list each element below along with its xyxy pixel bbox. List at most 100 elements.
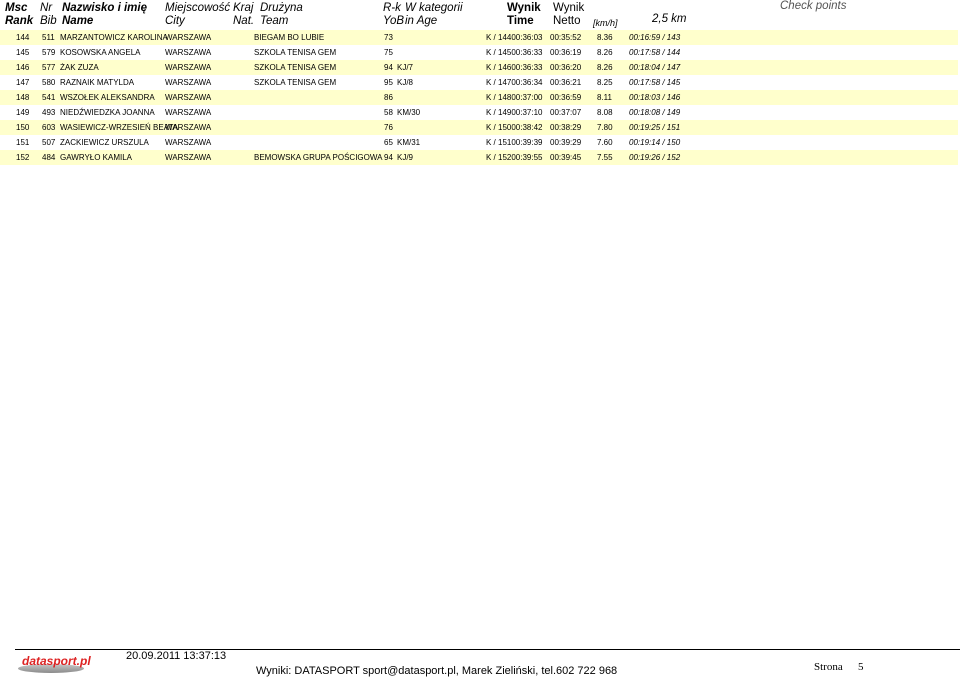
cell-yob: 94	[384, 153, 393, 162]
cell-kmh: 8.26	[597, 63, 613, 72]
cell-rank: 148	[16, 93, 30, 102]
cell-time: K / 15200:39:55	[486, 153, 543, 162]
cell-split: 00:19:14 / 150	[629, 138, 681, 147]
cell-netto: 00:38:29	[550, 123, 582, 132]
cell-team: BIEGAM BO LUBIE	[254, 33, 325, 42]
cell-name: WASIEWICZ-WRZESIEŃ BEATA	[60, 123, 179, 132]
cell-team: SZKOLA TENISA GEM	[254, 63, 337, 72]
header-nr: Nr	[40, 2, 53, 14]
header-rank: Rank	[5, 15, 34, 27]
table-row: 146 577 ŻAK ZUZA WARSZAWA SZKOLA TENISA GEM 9…	[0, 60, 958, 75]
cell-time: K / 14500:36:33	[486, 48, 543, 57]
cell-time: K / 14600:36:33	[486, 63, 543, 72]
header-bib: Bib	[40, 15, 57, 27]
table-row: 147 580 RAZNAIK MATYLDA WARSZAWA SZKOLA TENI…	[0, 75, 958, 90]
cell-city: WARSZAWA	[165, 138, 212, 147]
cell-netto: 00:39:29	[550, 138, 582, 147]
cell-time: K / 14700:36:34	[486, 78, 543, 87]
cell-split: 00:19:26 / 152	[629, 153, 681, 162]
cell-name: GAWRYŁO KAMILA	[60, 153, 133, 162]
header-druzyna: Drużyna	[260, 2, 303, 14]
cell-split: 00:17:58 / 145	[629, 78, 681, 87]
cell-bib: 580	[42, 78, 56, 87]
table-row: 144 511 MARZANTOWICZ KAROLINA WARSZAWA BIEGA…	[0, 30, 958, 45]
cell-bib: 579	[42, 48, 56, 57]
cell-rank: 150	[16, 123, 30, 132]
cell-bib: 577	[42, 63, 56, 72]
cell-age: KM/31	[397, 138, 421, 147]
cell-yob: 86	[384, 93, 393, 102]
header-netto: Netto	[553, 15, 581, 27]
cell-bib: 541	[42, 93, 56, 102]
header-kraj: Kraj	[233, 2, 254, 14]
header-city: City	[165, 15, 185, 27]
cell-city: WARSZAWA	[165, 153, 212, 162]
cell-team: SZKOLA TENISA GEM	[254, 78, 337, 87]
cell-city: WARSZAWA	[165, 78, 212, 87]
cell-yob: 95	[384, 78, 393, 87]
cell-city: WARSZAWA	[165, 108, 212, 117]
cell-team: BEMOWSKA GRUPA POŚCIGOWA	[254, 153, 383, 162]
cell-yob: 65	[384, 138, 393, 147]
cell-kmh: 7.55	[597, 153, 613, 162]
cell-city: WARSZAWA	[165, 33, 212, 42]
cell-team: SZKOLA TENISA GEM	[254, 48, 337, 57]
cell-time: K / 14800:37:00	[486, 93, 543, 102]
table-row: 150 603 WASIEWICZ-WRZESIEŃ BEATA WARSZAWA 76…	[0, 120, 958, 135]
cell-name: KOSOWSKA ANGELA	[60, 48, 141, 57]
cell-kmh: 8.26	[597, 48, 613, 57]
cell-kmh: 8.25	[597, 78, 613, 87]
header-yob: YoB	[383, 15, 405, 27]
cell-split: 00:18:08 / 149	[629, 108, 681, 117]
header-split: 2,5 km	[652, 13, 687, 25]
cell-split: 00:18:03 / 146	[629, 93, 681, 102]
cell-time: K / 14900:37:10	[486, 108, 543, 117]
cell-netto: 00:36:20	[550, 63, 582, 72]
table-row: 152 484 GAWRYŁO KAMILA WARSZAWA BEMOWSKA GRU…	[0, 150, 958, 165]
cell-kmh: 8.08	[597, 108, 613, 117]
cell-name: RAZNAIK MATYLDA	[60, 78, 135, 87]
cell-bib: 484	[42, 153, 56, 162]
cell-city: WARSZAWA	[165, 63, 212, 72]
table-row: 145 579 KOSOWSKA ANGELA WARSZAWA SZKOLA TENI…	[0, 45, 958, 60]
cell-city: WARSZAWA	[165, 123, 212, 132]
cell-name: NIEDŹWIEDZKA JOANNA	[60, 108, 155, 117]
logo-text: datasport.pl	[22, 654, 91, 668]
cell-rank: 146	[16, 63, 30, 72]
cell-rank: 152	[16, 153, 30, 162]
header-msc: Msc	[5, 2, 28, 14]
cell-yob: 94	[384, 63, 393, 72]
cell-name: WSZOŁEK ALEKSANDRA	[60, 93, 155, 102]
cell-city: WARSZAWA	[165, 93, 212, 102]
cell-rank: 149	[16, 108, 30, 117]
cell-netto: 00:36:59	[550, 93, 582, 102]
header-team: Team	[260, 15, 289, 27]
cell-bib: 511	[42, 33, 55, 42]
cell-name: ZACKIEWICZ URSZULA	[60, 138, 149, 147]
cell-kmh: 7.80	[597, 123, 613, 132]
cell-age: KJ/7	[397, 63, 414, 72]
footer-contact: Wyniki: DATASPORT sport@datasport.pl, Ma…	[256, 665, 618, 677]
header-wynik-bold: Wynik	[507, 2, 541, 14]
cell-netto: 00:37:07	[550, 108, 582, 117]
cell-yob: 58	[384, 108, 393, 117]
cell-yob: 76	[384, 123, 393, 132]
cell-age: KM/30	[397, 108, 421, 117]
table-row: 151 507 ZACKIEWICZ URSZULA WARSZAWA 65 KM/31 K…	[0, 135, 958, 150]
cell-split: 00:18:04 / 147	[629, 63, 681, 72]
cell-split: 00:19:25 / 151	[629, 123, 681, 132]
cell-netto: 00:36:21	[550, 78, 582, 87]
cell-split: 00:16:59 / 143	[629, 33, 681, 42]
cell-rank: 145	[16, 48, 30, 57]
datasport-logo: datasport.pl	[16, 652, 91, 676]
header-kmh: [km/h]	[593, 18, 618, 28]
print-timestamp: 20.09.2011 13:37:13	[126, 650, 227, 662]
header-time: Time	[507, 15, 534, 27]
cell-age: KJ/9	[397, 153, 414, 162]
table-row: 148 541 WSZOŁEK ALEKSANDRA WARSZAWA 86 K / 14…	[0, 90, 958, 105]
header-nat: Nat.	[233, 15, 255, 27]
cell-age: KJ/8	[397, 78, 414, 87]
cell-rank: 147	[16, 78, 30, 87]
cell-bib: 507	[42, 138, 56, 147]
cell-netto: 00:36:19	[550, 48, 582, 57]
